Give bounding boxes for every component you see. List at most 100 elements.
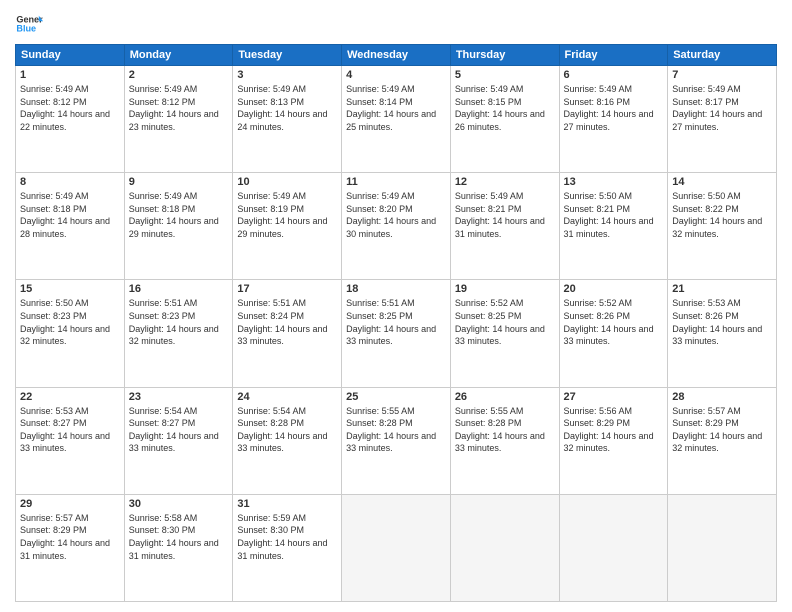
calendar-cell bbox=[450, 494, 559, 601]
calendar-cell: 29 Sunrise: 5:57 AMSunset: 8:29 PMDaylig… bbox=[16, 494, 125, 601]
calendar-cell: 1 Sunrise: 5:49 AMSunset: 8:12 PMDayligh… bbox=[16, 66, 125, 173]
day-number: 16 bbox=[129, 283, 229, 295]
calendar-cell: 13 Sunrise: 5:50 AMSunset: 8:21 PMDaylig… bbox=[559, 173, 668, 280]
page: General Blue SundayMondayTuesdayWednesda… bbox=[0, 0, 792, 612]
day-number: 24 bbox=[237, 391, 337, 403]
day-number: 11 bbox=[346, 176, 446, 188]
day-header-thursday: Thursday bbox=[450, 45, 559, 66]
day-number: 18 bbox=[346, 283, 446, 295]
day-number: 5 bbox=[455, 69, 555, 81]
calendar-cell: 25 Sunrise: 5:55 AMSunset: 8:28 PMDaylig… bbox=[342, 387, 451, 494]
calendar-table: SundayMondayTuesdayWednesdayThursdayFrid… bbox=[15, 44, 777, 602]
calendar-cell: 3 Sunrise: 5:49 AMSunset: 8:13 PMDayligh… bbox=[233, 66, 342, 173]
day-info: Sunrise: 5:49 AMSunset: 8:20 PMDaylight:… bbox=[346, 190, 446, 240]
day-info: Sunrise: 5:49 AMSunset: 8:21 PMDaylight:… bbox=[455, 190, 555, 240]
day-number: 1 bbox=[20, 69, 120, 81]
logo-icon: General Blue bbox=[15, 10, 43, 38]
day-info: Sunrise: 5:49 AMSunset: 8:18 PMDaylight:… bbox=[129, 190, 229, 240]
day-number: 15 bbox=[20, 283, 120, 295]
day-number: 17 bbox=[237, 283, 337, 295]
calendar-cell: 6 Sunrise: 5:49 AMSunset: 8:16 PMDayligh… bbox=[559, 66, 668, 173]
calendar-cell: 28 Sunrise: 5:57 AMSunset: 8:29 PMDaylig… bbox=[668, 387, 777, 494]
calendar-cell: 11 Sunrise: 5:49 AMSunset: 8:20 PMDaylig… bbox=[342, 173, 451, 280]
day-info: Sunrise: 5:50 AMSunset: 8:21 PMDaylight:… bbox=[564, 190, 664, 240]
day-number: 6 bbox=[564, 69, 664, 81]
day-info: Sunrise: 5:52 AMSunset: 8:26 PMDaylight:… bbox=[564, 297, 664, 347]
day-header-monday: Monday bbox=[124, 45, 233, 66]
calendar-cell: 22 Sunrise: 5:53 AMSunset: 8:27 PMDaylig… bbox=[16, 387, 125, 494]
week-row-3: 15 Sunrise: 5:50 AMSunset: 8:23 PMDaylig… bbox=[16, 280, 777, 387]
day-number: 27 bbox=[564, 391, 664, 403]
day-number: 13 bbox=[564, 176, 664, 188]
calendar-cell: 19 Sunrise: 5:52 AMSunset: 8:25 PMDaylig… bbox=[450, 280, 559, 387]
calendar-cell: 17 Sunrise: 5:51 AMSunset: 8:24 PMDaylig… bbox=[233, 280, 342, 387]
day-info: Sunrise: 5:50 AMSunset: 8:22 PMDaylight:… bbox=[672, 190, 772, 240]
calendar-cell: 12 Sunrise: 5:49 AMSunset: 8:21 PMDaylig… bbox=[450, 173, 559, 280]
week-row-5: 29 Sunrise: 5:57 AMSunset: 8:29 PMDaylig… bbox=[16, 494, 777, 601]
day-number: 20 bbox=[564, 283, 664, 295]
calendar-cell: 2 Sunrise: 5:49 AMSunset: 8:12 PMDayligh… bbox=[124, 66, 233, 173]
day-info: Sunrise: 5:55 AMSunset: 8:28 PMDaylight:… bbox=[455, 405, 555, 455]
day-info: Sunrise: 5:53 AMSunset: 8:26 PMDaylight:… bbox=[672, 297, 772, 347]
day-number: 26 bbox=[455, 391, 555, 403]
calendar-cell: 14 Sunrise: 5:50 AMSunset: 8:22 PMDaylig… bbox=[668, 173, 777, 280]
day-number: 19 bbox=[455, 283, 555, 295]
day-info: Sunrise: 5:54 AMSunset: 8:27 PMDaylight:… bbox=[129, 405, 229, 455]
calendar-cell bbox=[668, 494, 777, 601]
day-info: Sunrise: 5:49 AMSunset: 8:13 PMDaylight:… bbox=[237, 83, 337, 133]
day-info: Sunrise: 5:49 AMSunset: 8:16 PMDaylight:… bbox=[564, 83, 664, 133]
day-number: 12 bbox=[455, 176, 555, 188]
day-number: 4 bbox=[346, 69, 446, 81]
calendar-cell: 9 Sunrise: 5:49 AMSunset: 8:18 PMDayligh… bbox=[124, 173, 233, 280]
calendar-cell: 21 Sunrise: 5:53 AMSunset: 8:26 PMDaylig… bbox=[668, 280, 777, 387]
day-number: 8 bbox=[20, 176, 120, 188]
calendar-cell: 23 Sunrise: 5:54 AMSunset: 8:27 PMDaylig… bbox=[124, 387, 233, 494]
day-number: 14 bbox=[672, 176, 772, 188]
calendar-cell: 24 Sunrise: 5:54 AMSunset: 8:28 PMDaylig… bbox=[233, 387, 342, 494]
calendar-cell: 16 Sunrise: 5:51 AMSunset: 8:23 PMDaylig… bbox=[124, 280, 233, 387]
day-info: Sunrise: 5:57 AMSunset: 8:29 PMDaylight:… bbox=[20, 512, 120, 562]
day-info: Sunrise: 5:49 AMSunset: 8:12 PMDaylight:… bbox=[20, 83, 120, 133]
day-info: Sunrise: 5:56 AMSunset: 8:29 PMDaylight:… bbox=[564, 405, 664, 455]
day-info: Sunrise: 5:49 AMSunset: 8:17 PMDaylight:… bbox=[672, 83, 772, 133]
day-info: Sunrise: 5:49 AMSunset: 8:19 PMDaylight:… bbox=[237, 190, 337, 240]
day-info: Sunrise: 5:51 AMSunset: 8:25 PMDaylight:… bbox=[346, 297, 446, 347]
day-number: 23 bbox=[129, 391, 229, 403]
day-info: Sunrise: 5:55 AMSunset: 8:28 PMDaylight:… bbox=[346, 405, 446, 455]
calendar-cell: 15 Sunrise: 5:50 AMSunset: 8:23 PMDaylig… bbox=[16, 280, 125, 387]
day-header-sunday: Sunday bbox=[16, 45, 125, 66]
calendar-cell: 4 Sunrise: 5:49 AMSunset: 8:14 PMDayligh… bbox=[342, 66, 451, 173]
calendar-cell bbox=[559, 494, 668, 601]
calendar-cell: 26 Sunrise: 5:55 AMSunset: 8:28 PMDaylig… bbox=[450, 387, 559, 494]
week-row-4: 22 Sunrise: 5:53 AMSunset: 8:27 PMDaylig… bbox=[16, 387, 777, 494]
day-info: Sunrise: 5:58 AMSunset: 8:30 PMDaylight:… bbox=[129, 512, 229, 562]
logo: General Blue bbox=[15, 10, 43, 38]
day-number: 28 bbox=[672, 391, 772, 403]
day-info: Sunrise: 5:49 AMSunset: 8:15 PMDaylight:… bbox=[455, 83, 555, 133]
calendar-cell: 5 Sunrise: 5:49 AMSunset: 8:15 PMDayligh… bbox=[450, 66, 559, 173]
day-info: Sunrise: 5:57 AMSunset: 8:29 PMDaylight:… bbox=[672, 405, 772, 455]
calendar-cell: 10 Sunrise: 5:49 AMSunset: 8:19 PMDaylig… bbox=[233, 173, 342, 280]
day-info: Sunrise: 5:50 AMSunset: 8:23 PMDaylight:… bbox=[20, 297, 120, 347]
day-header-friday: Friday bbox=[559, 45, 668, 66]
day-number: 2 bbox=[129, 69, 229, 81]
day-number: 30 bbox=[129, 498, 229, 510]
day-number: 3 bbox=[237, 69, 337, 81]
week-row-2: 8 Sunrise: 5:49 AMSunset: 8:18 PMDayligh… bbox=[16, 173, 777, 280]
calendar-cell bbox=[342, 494, 451, 601]
calendar-cell: 18 Sunrise: 5:51 AMSunset: 8:25 PMDaylig… bbox=[342, 280, 451, 387]
week-row-1: 1 Sunrise: 5:49 AMSunset: 8:12 PMDayligh… bbox=[16, 66, 777, 173]
calendar-cell: 31 Sunrise: 5:59 AMSunset: 8:30 PMDaylig… bbox=[233, 494, 342, 601]
calendar-cell: 20 Sunrise: 5:52 AMSunset: 8:26 PMDaylig… bbox=[559, 280, 668, 387]
header: General Blue bbox=[15, 10, 777, 38]
svg-text:Blue: Blue bbox=[16, 24, 36, 34]
day-info: Sunrise: 5:49 AMSunset: 8:12 PMDaylight:… bbox=[129, 83, 229, 133]
day-info: Sunrise: 5:49 AMSunset: 8:14 PMDaylight:… bbox=[346, 83, 446, 133]
day-header-row: SundayMondayTuesdayWednesdayThursdayFrid… bbox=[16, 45, 777, 66]
day-number: 29 bbox=[20, 498, 120, 510]
day-number: 9 bbox=[129, 176, 229, 188]
day-info: Sunrise: 5:51 AMSunset: 8:24 PMDaylight:… bbox=[237, 297, 337, 347]
day-info: Sunrise: 5:49 AMSunset: 8:18 PMDaylight:… bbox=[20, 190, 120, 240]
day-number: 22 bbox=[20, 391, 120, 403]
day-info: Sunrise: 5:54 AMSunset: 8:28 PMDaylight:… bbox=[237, 405, 337, 455]
